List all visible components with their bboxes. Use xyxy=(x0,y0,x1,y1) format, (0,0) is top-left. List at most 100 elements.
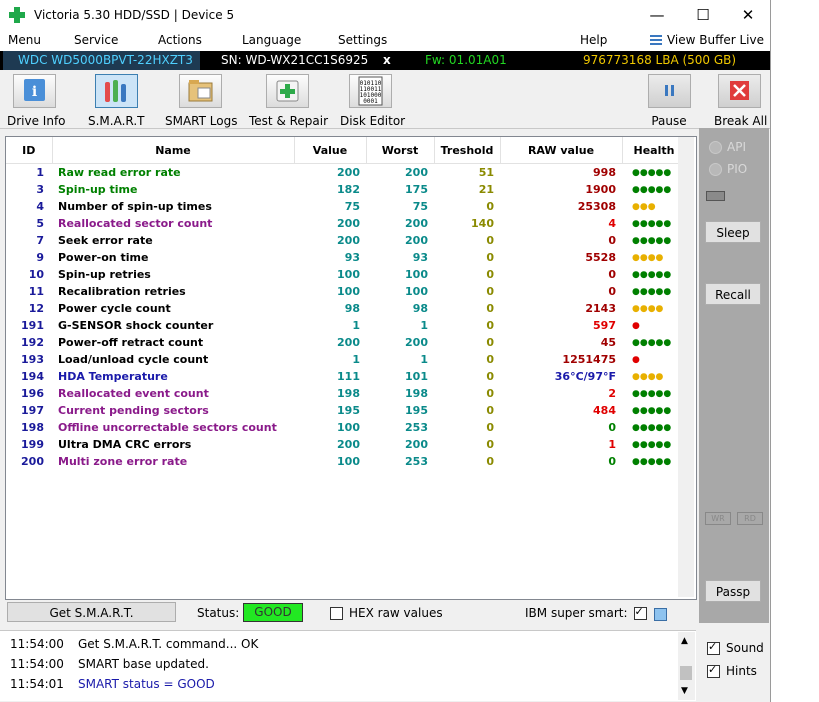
table-row[interactable]: 196 Reallocated event count 198 198 0 2 ●●●●● xyxy=(6,385,686,402)
attr-value: 200 xyxy=(337,166,360,179)
ibm-super-smart-checkbox[interactable]: IBM super smart: xyxy=(525,605,647,620)
green-cross-icon xyxy=(9,7,25,23)
attr-treshold: 0 xyxy=(486,319,494,332)
log-line: 11:54:00 Get S.M.A.R.T. command... OK xyxy=(10,637,258,651)
drive-close-x[interactable]: x xyxy=(383,53,391,67)
attr-value: 1 xyxy=(352,353,360,366)
attr-raw: 0 xyxy=(608,421,616,434)
menu-actions[interactable]: Actions xyxy=(158,33,202,47)
attr-treshold: 0 xyxy=(486,438,494,451)
table-row[interactable]: 4 Number of spin-up times 75 75 0 25308 ●●● xyxy=(6,198,686,215)
table-row[interactable]: 7 Seek error rate 200 200 0 0 ●●●●● xyxy=(6,232,686,249)
attr-worst: 253 xyxy=(405,421,428,434)
attr-health: ● xyxy=(632,320,640,331)
col-name[interactable]: Name xyxy=(52,137,295,164)
col-raw[interactable]: RAW value xyxy=(500,137,623,164)
table-row[interactable]: 197 Current pending sectors 195 195 0 484 ●●●●… xyxy=(6,402,686,419)
attr-worst: 200 xyxy=(405,336,428,349)
sleep-button[interactable]: Sleep xyxy=(705,221,761,243)
api-radio[interactable]: API xyxy=(709,140,746,154)
table-row[interactable]: 12 Power cycle count 98 98 0 2143 ●●●● xyxy=(6,300,686,317)
hints-checkbox[interactable]: Hints xyxy=(707,663,757,678)
log-scrollbar[interactable]: ▲ ▼ xyxy=(678,632,695,700)
attr-value: 195 xyxy=(337,404,360,417)
scroll-thumb[interactable] xyxy=(680,666,692,680)
table-row[interactable]: 200 Multi zone error rate 100 253 0 0 ●●●●● xyxy=(6,453,686,470)
log-time: 11:54:00 xyxy=(10,657,64,671)
binary-page-icon: 010110 110011 101000 0001 xyxy=(348,74,392,108)
chevron-up-icon[interactable]: ▲ xyxy=(681,636,688,646)
menu-service[interactable]: Service xyxy=(74,33,118,47)
attr-health: ●●●●● xyxy=(632,286,672,297)
pio-radio[interactable]: PIO xyxy=(709,162,747,176)
table-row[interactable]: 199 Ultra DMA CRC errors 200 200 0 1 ●●●●● xyxy=(6,436,686,453)
attr-value: 75 xyxy=(344,200,360,213)
test-repair-button[interactable]: Test & Repair xyxy=(249,74,328,128)
chevron-down-icon[interactable]: ▼ xyxy=(681,686,688,696)
break-all-button[interactable]: Break All xyxy=(714,74,768,128)
attr-worst: 101 xyxy=(405,370,428,383)
menu-help[interactable]: Help xyxy=(580,33,607,47)
smart-logs-button[interactable]: SMART Logs xyxy=(165,74,237,128)
view-buffer-toggle[interactable]: View Buffer Live xyxy=(649,33,764,47)
col-treshold[interactable]: Treshold xyxy=(434,137,501,164)
table-row[interactable]: 191 G-SENSOR shock counter 1 1 0 597 ● xyxy=(6,317,686,334)
attr-worst: 100 xyxy=(405,285,428,298)
table-row[interactable]: 198 Offline uncorrectable sectors count 10… xyxy=(6,419,686,436)
smart-button[interactable]: S.M.A.R.T xyxy=(88,74,144,128)
table-row[interactable]: 3 Spin-up time 182 175 21 1900 ●●●●● xyxy=(6,181,686,198)
list-icon xyxy=(649,35,662,45)
maximize-button[interactable]: ☐ xyxy=(680,0,726,31)
menu-language[interactable]: Language xyxy=(242,33,301,47)
drive-model[interactable]: WDC WD5000BPVT-22HXZT3 xyxy=(3,51,200,70)
log-message: SMART base updated. xyxy=(78,657,209,671)
minimize-button[interactable]: — xyxy=(634,0,680,31)
attr-treshold: 140 xyxy=(471,217,494,230)
hints-label: Hints xyxy=(726,664,757,678)
recall-button[interactable]: Recall xyxy=(705,283,761,305)
attr-worst: 1 xyxy=(420,353,428,366)
table-row[interactable]: 10 Spin-up retries 100 100 0 0 ●●●●● xyxy=(6,266,686,283)
attr-id: 9 xyxy=(36,251,44,264)
table-scrollbar[interactable] xyxy=(678,137,694,597)
color-swatch[interactable] xyxy=(654,608,667,621)
attr-health: ●●●●● xyxy=(632,235,672,246)
attr-value: 100 xyxy=(337,455,360,468)
sound-checkbox[interactable]: Sound xyxy=(707,640,764,655)
hex-raw-checkbox[interactable]: HEX raw values xyxy=(330,606,443,620)
table-row[interactable]: 1 Raw read error rate 200 200 51 998 ●●●●● xyxy=(6,164,686,182)
stop-icon xyxy=(717,74,761,108)
attr-id: 1 xyxy=(36,166,44,179)
checkbox-checked-icon xyxy=(707,640,720,655)
close-button[interactable]: ✕ xyxy=(725,0,771,31)
col-worst[interactable]: Worst xyxy=(366,137,435,164)
table-row[interactable]: 5 Reallocated sector count 200 200 140 4 ●●●●● xyxy=(6,215,686,232)
attr-worst: 93 xyxy=(412,251,428,264)
svg-text:i: i xyxy=(31,84,36,100)
table-row[interactable]: 194 HDA Temperature 111 101 0 36°C/97°F ●●●● xyxy=(6,368,686,385)
attr-raw: 0 xyxy=(608,455,616,468)
col-health[interactable]: Health xyxy=(622,137,687,164)
table-row[interactable]: 11 Recalibration retries 100 100 0 0 ●●●●● xyxy=(6,283,686,300)
smart-icon xyxy=(94,74,138,108)
table-row[interactable]: 192 Power-off retract count 200 200 0 45 ●●●●● xyxy=(6,334,686,351)
col-value[interactable]: Value xyxy=(294,137,367,164)
menu-settings[interactable]: Settings xyxy=(338,33,387,47)
break-all-label: Break All xyxy=(714,114,768,128)
passp-button[interactable]: Passp xyxy=(705,580,761,602)
attr-name: Reallocated sector count xyxy=(58,217,213,230)
disk-editor-button[interactable]: 010110 110011 101000 0001 Disk Editor xyxy=(340,74,405,128)
table-row[interactable]: 9 Power-on time 93 93 0 5528 ●●●● xyxy=(6,249,686,266)
drive-info-button[interactable]: i Drive Info xyxy=(7,74,66,128)
attr-health: ●●●● xyxy=(632,252,664,263)
attr-id: 191 xyxy=(21,319,44,332)
pause-button[interactable]: Pause xyxy=(647,74,691,128)
attr-id: 7 xyxy=(36,234,44,247)
checkbox-checked-icon xyxy=(707,663,720,678)
col-id[interactable]: ID xyxy=(6,137,53,164)
table-row[interactable]: 193 Load/unload cycle count 1 1 0 1251475 ● xyxy=(6,351,686,368)
get-smart-button[interactable]: Get S.M.A.R.T. xyxy=(7,602,176,622)
attr-value: 100 xyxy=(337,268,360,281)
indicator-rect xyxy=(706,191,725,201)
menu-menu[interactable]: Menu xyxy=(8,33,41,47)
